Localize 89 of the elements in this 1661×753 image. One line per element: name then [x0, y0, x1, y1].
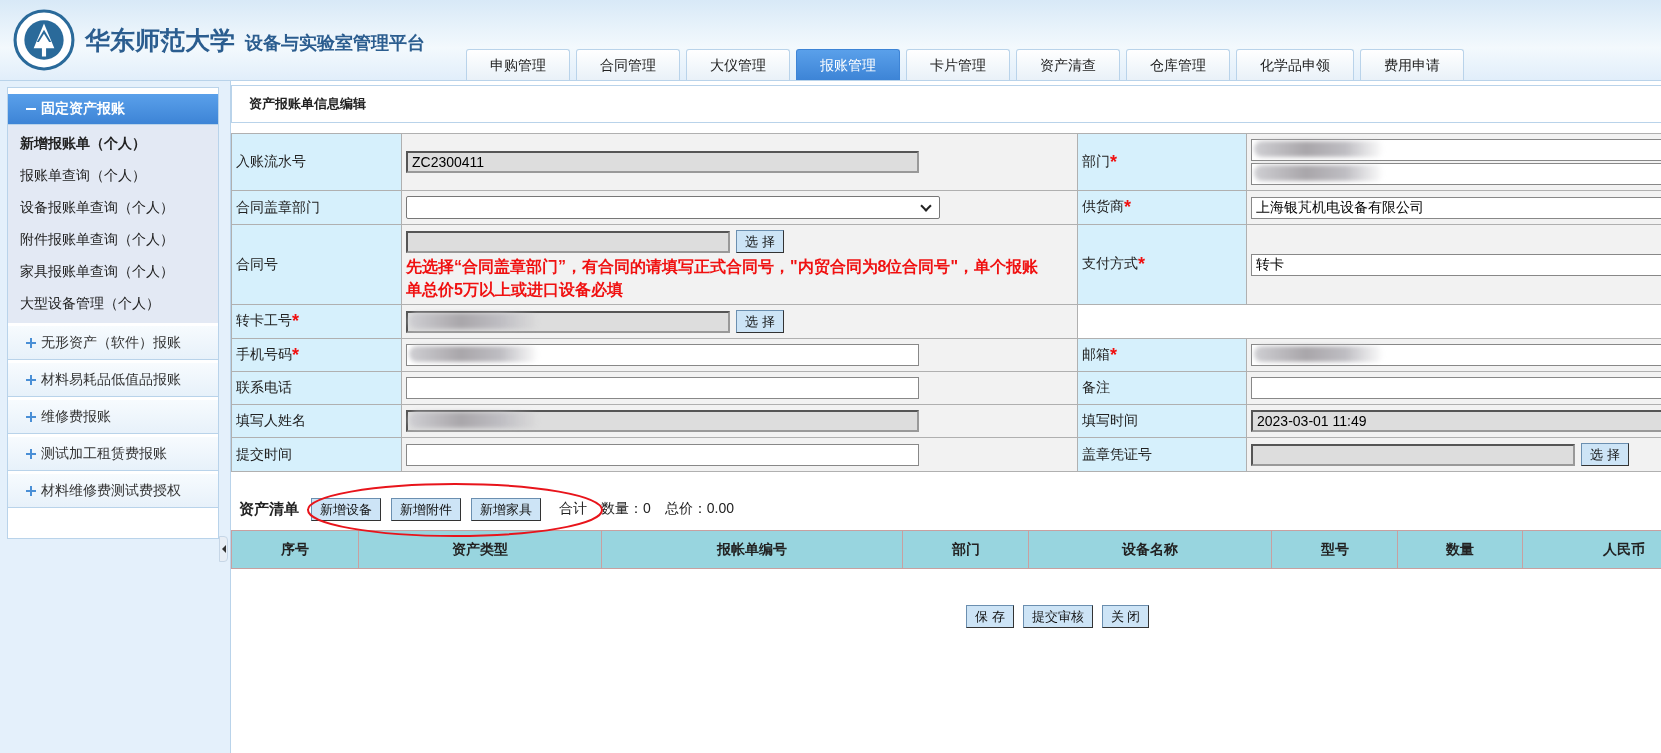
summary-text: 合计	[559, 500, 587, 518]
sidebar-item[interactable]: 新增报账单（个人）	[8, 127, 218, 159]
field-label: 入账流水号	[236, 153, 306, 169]
text-field[interactable]: 上海银芃机电设备有限公司	[1251, 196, 1661, 219]
summary-text: 数量：0	[601, 500, 651, 518]
column-header: 部门	[902, 530, 1029, 569]
plus-icon	[26, 448, 36, 459]
required-mark: *	[1138, 254, 1145, 274]
select-button[interactable]: 选 择	[736, 230, 784, 253]
group-label: 材料维修费测试费授权	[41, 481, 181, 500]
site-title: 华东师范大学	[85, 24, 235, 56]
nav-tab[interactable]: 合同管理	[576, 49, 680, 80]
group-label: 固定资产报账	[41, 100, 125, 118]
add-button[interactable]: 新增家具	[471, 497, 541, 521]
action-button[interactable]: 关 闭	[1101, 605, 1150, 628]
nav-tab[interactable]: 仓库管理	[1126, 49, 1230, 80]
field-label: 联系电话	[236, 379, 292, 395]
sidebar-group[interactable]: 材料易耗品低值品报账	[8, 360, 218, 397]
column-header: 数量	[1397, 530, 1523, 569]
text-field[interactable]	[406, 377, 919, 399]
field-label: 支付方式	[1082, 255, 1138, 271]
column-header: 资产类型	[358, 530, 602, 569]
site-subtitle: 设备与实验室管理平台	[245, 32, 425, 55]
field-label: 手机号码	[236, 345, 292, 362]
sidebar-item[interactable]: 大型设备管理（个人）	[8, 287, 218, 319]
collapse-handle[interactable]	[219, 536, 228, 562]
field-label: 邮箱	[1082, 345, 1110, 362]
select-button[interactable]: 选 择	[1581, 443, 1629, 466]
field-label: 供货商	[1082, 198, 1124, 214]
text-field[interactable]	[406, 443, 919, 466]
column-header: 报帐单编号	[601, 530, 903, 569]
field-label: 盖章凭证号	[1082, 445, 1152, 462]
field-label: 合同号	[236, 255, 278, 272]
required-mark: *	[292, 311, 299, 331]
hint-text: 先选择“合同盖章部门”，有合同的请填写正式合同号，"内贸合同为8位合同号"，单个报账单总价5万以上或进口设备必填	[406, 257, 1040, 300]
group-label: 维修费报账	[41, 407, 111, 426]
sidebar-group[interactable]: 测试加工租赁费报账	[8, 434, 218, 471]
required-mark: *	[1124, 197, 1131, 217]
field-label: 转卡工号	[236, 312, 292, 328]
sidebar-group[interactable]: 无形资产（软件）报账	[8, 323, 218, 360]
group-label: 无形资产（软件）报账	[41, 333, 181, 352]
text-field[interactable]: 2023-03-01 11:49	[1251, 410, 1661, 432]
text-field[interactable]	[1251, 443, 1575, 466]
section-title: 资产清单	[239, 499, 299, 519]
field-label: 填写人姓名	[236, 412, 306, 428]
nav-tab[interactable]: 大仪管理	[686, 49, 790, 80]
summary-text: 总价：0.00	[664, 500, 735, 518]
group-label: 材料易耗品低值品报账	[41, 370, 181, 389]
text-field[interactable]	[406, 230, 730, 253]
column-header: 型号	[1271, 530, 1398, 569]
sidebar-item[interactable]: 附件报账单查询（个人）	[8, 223, 218, 255]
nav-tab[interactable]: 费用申请	[1360, 49, 1464, 80]
field-label: 提交时间	[236, 445, 292, 462]
collapse-arrow-icon	[221, 545, 226, 553]
field-label: 合同盖章部门	[236, 198, 320, 215]
nav-tab[interactable]: 资产清查	[1016, 49, 1120, 80]
field-label: 备注	[1082, 379, 1110, 395]
nav-tab[interactable]: 化学品申领	[1236, 49, 1354, 80]
sidebar-group[interactable]: 材料维修费测试费授权	[8, 471, 218, 508]
text-field[interactable]	[1251, 377, 1661, 399]
column-header: 序号	[231, 530, 359, 569]
panel-title: 资产报账单信息编辑	[249, 95, 366, 113]
action-button[interactable]: 保 存	[966, 605, 1014, 628]
sidebar-item[interactable]: 家具报账单查询（个人）	[8, 255, 218, 287]
required-mark: *	[292, 344, 299, 365]
sidebar-item[interactable]: 报账单查询（个人）	[8, 159, 218, 191]
sidebar-group[interactable]: 维修费报账	[8, 397, 218, 434]
field-label: 填写时间	[1082, 412, 1138, 428]
required-mark: *	[1110, 151, 1117, 172]
select-button[interactable]: 选 择	[736, 310, 784, 333]
plus-icon	[26, 411, 36, 422]
group-label: 测试加工租赁费报账	[41, 444, 167, 463]
text-field[interactable]: ZC2300411	[406, 151, 919, 173]
nav-tab[interactable]: 卡片管理	[906, 49, 1010, 80]
field-label: 部门	[1082, 152, 1110, 169]
sidebar-item[interactable]: 设备报账单查询（个人）	[8, 191, 218, 223]
add-button[interactable]: 新增设备	[311, 497, 381, 521]
plus-icon	[26, 337, 36, 348]
add-button[interactable]: 新增附件	[391, 497, 461, 521]
plus-icon	[26, 485, 36, 496]
action-button[interactable]: 提交审核	[1022, 605, 1093, 628]
nav-tab[interactable]: 申购管理	[466, 49, 570, 80]
dropdown[interactable]	[406, 196, 940, 219]
column-header: 人民币	[1522, 530, 1661, 569]
logo-icon	[13, 9, 75, 71]
required-mark: *	[1110, 344, 1117, 365]
text-field[interactable]: 转卡	[1251, 253, 1661, 276]
plus-icon	[26, 374, 36, 385]
column-header: 设备名称	[1028, 530, 1272, 569]
